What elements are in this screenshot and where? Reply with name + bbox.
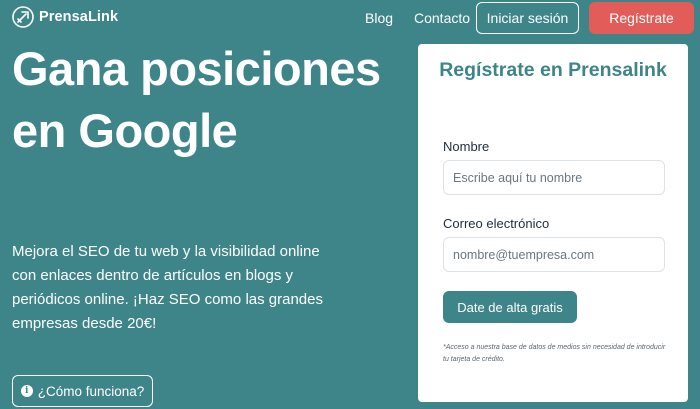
signup-disclaimer: *Acceso a nuestra base de datos de medio… bbox=[443, 344, 666, 363]
rocket-logo-icon bbox=[12, 6, 34, 28]
info-icon: i bbox=[20, 385, 33, 397]
how-it-works-button[interactable]: i ¿Cómo funciona? bbox=[12, 375, 153, 407]
hero-description: Mejora el SEO de tu web y la visibilidad… bbox=[12, 243, 323, 332]
hero-title: Gana posiciones en Google bbox=[12, 42, 381, 157]
how-it-works-label: ¿Cómo funciona? bbox=[37, 383, 145, 399]
top-navigation: PrensaLink Blog Contacto Iniciar sesión … bbox=[0, 0, 700, 36]
register-button[interactable]: Regístrate bbox=[589, 2, 694, 34]
signup-submit-button[interactable]: Date de alta gratis bbox=[443, 291, 577, 323]
nav-link-blog[interactable]: Blog bbox=[365, 10, 393, 26]
signup-title: Regístrate en Prensalink bbox=[439, 59, 667, 81]
name-input[interactable] bbox=[443, 160, 665, 195]
name-label: Nombre bbox=[443, 139, 490, 154]
email-label: Correo electrónico bbox=[443, 216, 550, 231]
email-input[interactable] bbox=[443, 237, 665, 272]
nav-link-contact[interactable]: Contacto bbox=[414, 10, 470, 26]
signup-card: Regístrate en Prensalink Nombre Correo e… bbox=[418, 44, 688, 402]
logo[interactable]: PrensaLink bbox=[11, 5, 118, 29]
logo-text: PrensaLink bbox=[39, 9, 119, 25]
login-button[interactable]: Iniciar sesión bbox=[476, 2, 579, 34]
